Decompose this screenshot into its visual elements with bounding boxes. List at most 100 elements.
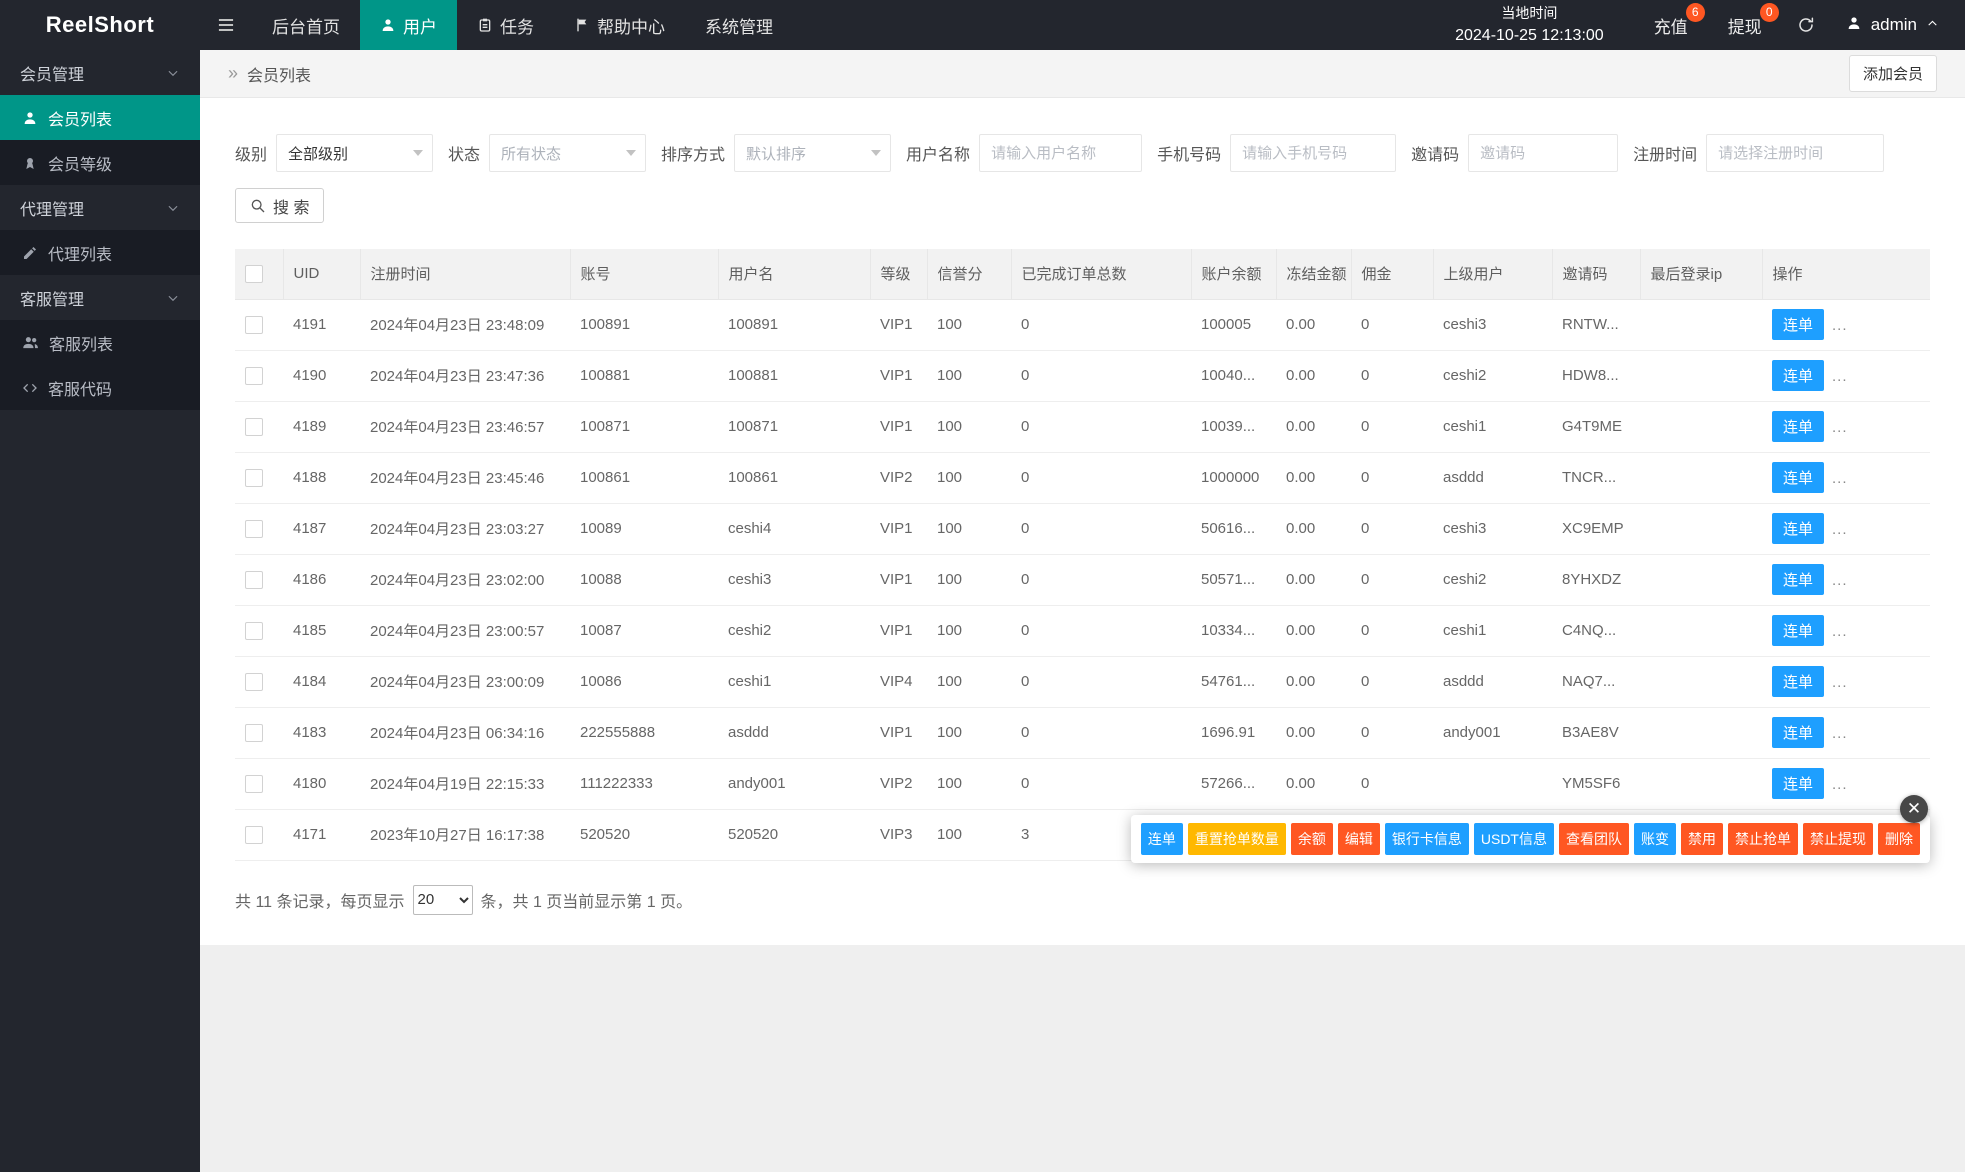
chevron-down-icon [626,150,637,156]
row-checkbox[interactable] [245,366,263,385]
row-checkbox[interactable] [245,570,263,589]
chain-order-button[interactable]: 连单 [1772,717,1825,748]
menu-toggle-icon[interactable] [200,0,252,50]
edit-button[interactable]: 编辑 [1337,823,1380,855]
cell-select [235,605,283,657]
more-actions[interactable]: ... [1832,623,1848,640]
sidebar-item-member-list[interactable]: 会员列表 [0,95,200,140]
cell-credit: 100 [927,605,1011,657]
page-size-select[interactable]: 20 [412,884,473,915]
chain-order-button[interactable]: 连单 [1772,513,1825,544]
select-all-checkbox[interactable] [245,264,263,283]
topnav-item-tasks[interactable]: 任务 [457,0,554,50]
withdraw-link[interactable]: 提现 0 [1708,0,1782,50]
cell-parent: ceshi1 [1433,401,1552,453]
search-button[interactable]: 搜 索 [235,188,325,223]
sidebar-item-service-list[interactable]: 客服列表 [0,320,200,365]
row-checkbox[interactable] [245,723,263,742]
header-cell-select [235,249,284,300]
topnav-item-system[interactable]: 系统管理 [685,0,793,50]
more-actions[interactable]: ... [1832,521,1848,538]
sidebar-item-service-code[interactable]: 客服代码 [0,365,200,410]
sidebar-group-agent-management[interactable]: 代理管理 [0,185,200,230]
topnav-label-tasks: 任务 [500,17,534,37]
filter-input-reg_time[interactable] [1706,134,1885,172]
cell-commission: 0 [1351,401,1433,453]
chain-order-button[interactable]: 连单 [1772,462,1825,493]
chain-order-button[interactable]: 连单 [1772,615,1825,646]
more-actions[interactable]: ... [1832,368,1848,385]
topnav-item-help[interactable]: 帮助中心 [554,0,685,50]
row-checkbox[interactable] [245,417,263,436]
row-checkbox[interactable] [245,621,263,640]
row-checkbox[interactable] [245,468,263,487]
cell-username: asddd [718,707,870,759]
filter-select-status[interactable]: 所有状态 [489,134,647,172]
topnav-label-help: 帮助中心 [597,17,665,37]
delete-button[interactable]: 删除 [1878,823,1920,855]
admin-menu[interactable]: admin [1830,15,1965,36]
filter-input-username[interactable] [979,134,1143,172]
row-checkbox[interactable] [245,519,263,538]
chain-order-button[interactable]: 连单 [1772,564,1825,595]
chain-order-button[interactable]: 连单 [1772,309,1825,340]
topnav-item-users[interactable]: 用户 [360,0,457,50]
row-checkbox[interactable] [245,315,263,334]
filter-select-sort[interactable]: 默认排序 [734,134,892,172]
disable-button[interactable]: 禁用 [1681,823,1723,855]
chain-order-button[interactable]: 连单 [1772,666,1825,697]
cell-balance: 57266... [1191,758,1276,810]
filter-select-level[interactable]: 全部级别 [276,134,434,172]
more-actions[interactable]: ... [1832,419,1848,436]
header-cell-6: 已完成订单总数 [1011,249,1192,300]
more-actions[interactable]: ... [1832,674,1848,691]
cell-frozen: 0.00 [1276,656,1351,708]
cell-username: ceshi3 [718,554,870,606]
sidebar-group-service-management[interactable]: 客服管理 [0,275,200,320]
forbid-grab-button[interactable]: 禁止抢单 [1728,823,1798,855]
cell-username: ceshi4 [718,503,870,555]
sidebar-group-label: 会员管理 [20,66,85,84]
topnav-item-home[interactable]: 后台首页 [252,0,360,50]
cell-account: 100891 [570,299,718,351]
filter-input-invite_code[interactable] [1468,134,1619,172]
more-actions[interactable]: ... [1832,572,1848,589]
recharge-link[interactable]: 充值 6 [1634,0,1708,50]
cell-actions: 连单... [1762,656,1930,708]
cell-last_ip [1640,605,1762,657]
chain-order-button[interactable]: 连单 [1140,823,1183,855]
more-actions[interactable]: ... [1832,317,1848,334]
header-cell-12: 最后登录ip [1640,249,1763,300]
more-actions[interactable]: ... [1832,725,1848,742]
view-team-button[interactable]: 查看团队 [1559,823,1629,855]
more-actions[interactable]: ... [1832,776,1848,793]
content-panel: 级别全部级别状态所有状态排序方式默认排序用户名称手机号码邀请码注册时间 搜 索 … [200,98,1965,945]
more-actions[interactable]: ... [1832,470,1848,487]
chevron-down-icon [166,291,180,305]
chain-order-button[interactable]: 连单 [1772,411,1825,442]
refresh-icon[interactable] [1782,0,1830,50]
close-icon[interactable]: ✕ [1900,795,1928,823]
search-icon [250,198,266,214]
filter-input-phone[interactable] [1230,134,1397,172]
chain-order-button[interactable]: 连单 [1772,768,1825,799]
bank-card-info-button[interactable]: 银行卡信息 [1384,823,1469,855]
balance-change-button[interactable]: 账变 [1634,823,1676,855]
sidebar-item-agent-list[interactable]: 代理列表 [0,230,200,275]
sidebar-item-member-level[interactable]: 会员等级 [0,140,200,185]
usdt-info-button[interactable]: USDT信息 [1473,823,1554,855]
add-member-button[interactable]: 添加会员 [1848,55,1937,92]
row-checkbox[interactable] [245,825,263,844]
cell-uid: 4186 [283,554,360,606]
table-row: 4188 2024年04月23日 23:45:46 100861 100861 VIP2… [235,452,1930,504]
sidebar-group-member-management[interactable]: 会员管理 [0,50,200,95]
cell-level: VIP4 [870,656,927,708]
balance-button[interactable]: 余额 [1290,823,1333,855]
cell-select [235,401,283,453]
forbid-withdraw-button[interactable]: 禁止提现 [1803,823,1873,855]
reset-grab-count-button[interactable]: 重置抢单数量 [1187,823,1286,855]
row-checkbox[interactable] [245,774,263,793]
row-checkbox[interactable] [245,672,263,691]
chain-order-button[interactable]: 连单 [1772,360,1825,391]
cell-frozen: 0.00 [1276,299,1351,351]
